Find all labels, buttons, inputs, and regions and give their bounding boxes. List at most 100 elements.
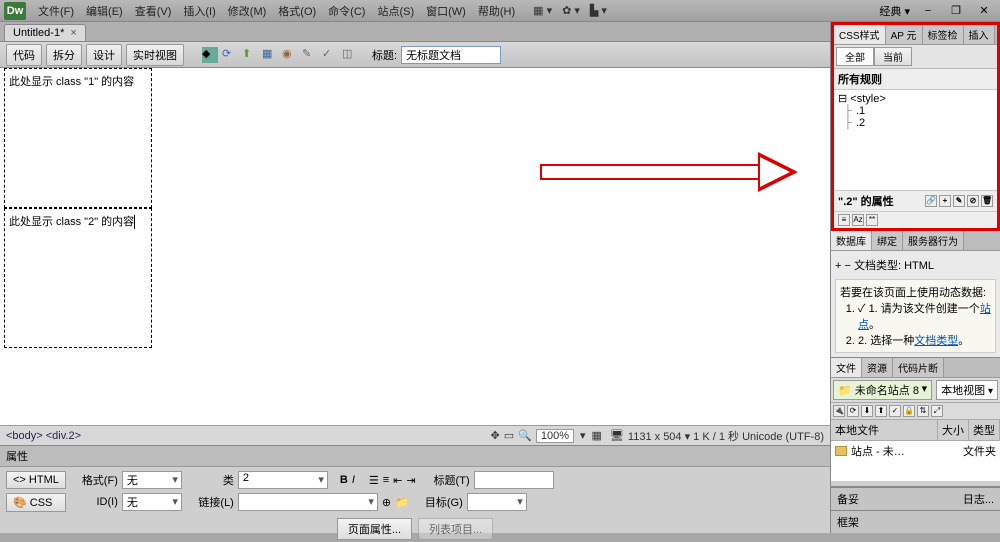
workspace-switcher[interactable]: 经典 ▾ (879, 3, 910, 19)
files-row-site[interactable]: 站点 - 未… 文件夹 (835, 443, 996, 459)
files-view-select[interactable]: 本地视图 ▾ (936, 380, 998, 400)
menu-file[interactable]: 文件(F) (32, 3, 80, 19)
css-subtab-current[interactable]: 当前 (874, 47, 912, 66)
class-select[interactable]: 2 (238, 471, 328, 489)
monitor-icon[interactable]: 🖥 (610, 429, 624, 442)
tab-tag-inspector[interactable]: 标签检 (923, 25, 964, 44)
window-close[interactable]: ✕ (974, 4, 994, 17)
tab-snippets[interactable]: 代码片断 (893, 358, 944, 377)
css-rule-1[interactable]: .1 (838, 105, 993, 117)
tool-icon-7[interactable]: ✓ (322, 47, 338, 63)
db-hint-doctype-link[interactable]: 文档类型 (914, 335, 958, 347)
tool-icon-8[interactable]: ◫ (342, 47, 358, 63)
files-list[interactable]: 站点 - 未… 文件夹 (831, 441, 1000, 481)
preview-icon[interactable]: ▦ (592, 429, 602, 442)
props-title-input[interactable] (474, 471, 554, 489)
title-input[interactable] (401, 46, 501, 64)
link-point-icon[interactable]: ⊕ (382, 496, 391, 509)
beibei-panel-header[interactable]: 备妥日志... (831, 487, 1000, 510)
target-select[interactable] (467, 493, 527, 511)
menu-insert[interactable]: 插入(I) (177, 3, 221, 19)
view-live-button[interactable]: 实时视图 (126, 44, 184, 66)
show-list-icon[interactable]: Az (852, 214, 864, 226)
tab-server-behaviors[interactable]: 服务器行为 (903, 231, 964, 250)
link-browse-icon[interactable]: 📁 (395, 496, 409, 509)
menu-command[interactable]: 命令(C) (322, 3, 371, 19)
new-rule-icon[interactable]: + (939, 195, 951, 207)
css-rules-tree[interactable]: <style> .1 .2 (834, 90, 997, 190)
document-tab[interactable]: Untitled-1* × (4, 24, 86, 41)
menu-edit[interactable]: 编辑(E) (80, 3, 129, 19)
menu-site[interactable]: 站点(S) (371, 3, 420, 19)
tab-ap-elements[interactable]: AP 元 (886, 25, 923, 44)
attach-style-icon[interactable]: 🔗 (925, 195, 937, 207)
design-view[interactable]: 此处显示 class "1" 的内容 此处显示 class "2" 的内容 (0, 68, 830, 425)
files-col-size[interactable]: 大小 (938, 420, 969, 440)
tab-assets[interactable]: 资源 (862, 358, 893, 377)
kuangjia-panel-header[interactable]: 框架 (831, 510, 1000, 533)
zoom-tool-icon[interactable]: 🔍 (518, 429, 532, 442)
files-get-icon[interactable]: ⬇ (861, 405, 873, 417)
tool-icon-1[interactable]: ◆ (202, 47, 218, 63)
tab-bindings[interactable]: 绑定 (872, 231, 903, 250)
window-minimize[interactable]: − (918, 5, 938, 17)
view-design-button[interactable]: 设计 (86, 44, 122, 66)
files-col-type[interactable]: 类型 (969, 420, 1000, 440)
layout-icon[interactable]: ▦ ▾ (533, 4, 552, 17)
menu-modify[interactable]: 修改(M) (222, 3, 273, 19)
indent-icon[interactable]: ⇥ (406, 474, 415, 487)
format-select[interactable]: 无 (122, 471, 182, 489)
delete-rule-icon[interactable]: 🗑 (981, 195, 993, 207)
menu-window[interactable]: 窗口(W) (420, 3, 472, 19)
files-checkin-icon[interactable]: 🔒 (903, 405, 915, 417)
files-checkout-icon[interactable]: ✓ (889, 405, 901, 417)
tab-insert[interactable]: 插入 (964, 25, 995, 44)
files-put-icon[interactable]: ⬆ (875, 405, 887, 417)
view-code-button[interactable]: 代码 (6, 44, 42, 66)
css-tree-style-root[interactable]: <style> (838, 92, 993, 105)
div-class-1[interactable]: 此处显示 class "1" 的内容 (4, 68, 152, 208)
menu-view[interactable]: 查看(V) (129, 3, 178, 19)
list-ol-icon[interactable]: ≡ (383, 474, 389, 486)
document-tab-close[interactable]: × (70, 27, 76, 39)
outdent-icon[interactable]: ⇤ (393, 474, 402, 487)
page-properties-button[interactable]: 页面属性... (337, 518, 412, 540)
db-hint-site-link[interactable]: 站点 (858, 303, 991, 331)
files-connect-icon[interactable]: 🔌 (833, 405, 845, 417)
show-category-icon[interactable]: ≡ (838, 214, 850, 226)
view-split-button[interactable]: 拆分 (46, 44, 82, 66)
files-expand-icon[interactable]: ⤢ (931, 405, 943, 417)
menu-help[interactable]: 帮助(H) (472, 3, 521, 19)
props-html-tab[interactable]: <> HTML (6, 471, 66, 489)
edit-rule-icon[interactable]: ✎ (953, 195, 965, 207)
zoom-level[interactable]: 100% (536, 429, 574, 443)
files-sync-icon[interactable]: ⇅ (917, 405, 929, 417)
files-site-select[interactable]: 📁 未命名站点 8▾ (833, 380, 932, 400)
css-rule-2[interactable]: .2 (838, 117, 993, 129)
props-css-tab[interactable]: 🎨 CSS (6, 493, 66, 512)
list-ul-icon[interactable]: ☰ (369, 474, 379, 487)
select-tool-icon[interactable]: ▭ (504, 429, 514, 442)
tab-files[interactable]: 文件 (831, 358, 862, 377)
files-col-name[interactable]: 本地文件 (831, 420, 938, 440)
tool-icon-5[interactable]: ◉ (282, 47, 298, 63)
id-select[interactable]: 无 (122, 493, 182, 511)
tool-icon-2[interactable]: ⟳ (222, 47, 238, 63)
tool-icon-3[interactable]: ⬆ (242, 47, 258, 63)
show-set-icon[interactable]: ** (866, 214, 878, 226)
files-refresh-icon[interactable]: ⟳ (847, 405, 859, 417)
tab-css-styles[interactable]: CSS样式 (834, 25, 886, 44)
tab-database[interactable]: 数据库 (831, 231, 872, 250)
window-maximize[interactable]: ❐ (946, 4, 966, 17)
div-class-2[interactable]: 此处显示 class "2" 的内容 (4, 208, 152, 348)
settings-icon[interactable]: ✿ ▾ (562, 4, 580, 17)
link-select[interactable] (238, 493, 378, 511)
disable-rule-icon[interactable]: ⊘ (967, 195, 979, 207)
tag-selector[interactable]: <body> <div.2> (6, 430, 81, 442)
extension-icon[interactable]: ▙ ▾ (590, 4, 607, 17)
menu-format[interactable]: 格式(O) (272, 3, 322, 19)
tool-icon-6[interactable]: ✎ (302, 47, 318, 63)
tool-icon-4[interactable]: ▦ (262, 47, 278, 63)
hand-tool-icon[interactable]: ✥ (491, 429, 500, 442)
css-subtab-all[interactable]: 全部 (836, 47, 874, 66)
